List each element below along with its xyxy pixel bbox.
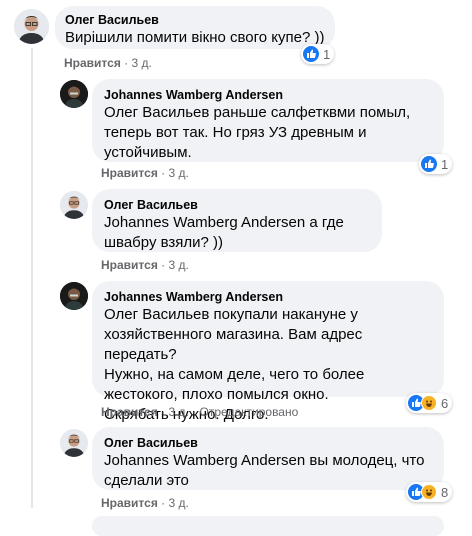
comment-bubble: Johannes Wamberg Andersen Олег Васильев … <box>92 79 444 162</box>
avatar[interactable] <box>60 80 88 108</box>
comment-bubble: Олег Васильев Johannes Wamberg Andersen … <box>92 427 444 490</box>
mention-link[interactable]: Олег Васильев <box>104 104 209 121</box>
user-photo-icon <box>60 282 88 310</box>
comment-text: Johannes Wamberg Andersen вы молодец, чт… <box>104 451 432 491</box>
like-button[interactable]: Нравится <box>101 496 158 510</box>
comment-bubble-partial <box>92 516 444 536</box>
comment-author[interactable]: Johannes Wamberg Andersen <box>104 87 432 103</box>
avatar[interactable] <box>14 9 49 44</box>
like-button[interactable]: Нравится <box>101 166 158 180</box>
avatar[interactable] <box>60 191 88 219</box>
timestamp[interactable]: 3 д. <box>169 166 189 180</box>
comment-actions: Нравится · 3 д. <box>101 258 189 272</box>
comment-bubble: Олег Васильев Вирішили помити вікно свог… <box>55 6 335 49</box>
reaction-summary[interactable]: 6 <box>406 393 453 413</box>
reaction-summary[interactable]: 1 <box>301 44 335 64</box>
comment-bubble: Олег Васильев Johannes Wamberg Andersen … <box>92 189 382 252</box>
timestamp[interactable]: 3 д. <box>132 56 152 70</box>
thread-line <box>31 48 33 508</box>
comment-author[interactable]: Johannes Wamberg Andersen <box>104 289 432 305</box>
separator: · <box>161 405 169 419</box>
separator: · <box>161 496 169 510</box>
comment-bubble: Johannes Wamberg Andersen Олег Васильев … <box>92 281 444 423</box>
timestamp[interactable]: 3 д. <box>169 496 189 510</box>
comment-text: Олег Васильев покупали накануне у хозяйс… <box>104 305 432 365</box>
like-icon <box>421 156 437 172</box>
haha-icon <box>421 395 437 411</box>
timestamp[interactable]: 3 д. <box>169 405 189 419</box>
comment-actions: Нравится · 3 д. <box>101 496 189 510</box>
comment-actions: Нравится · 3 д. <box>101 166 189 180</box>
user-photo-icon <box>60 191 88 219</box>
mention-link[interactable]: Johannes Wamberg Andersen <box>104 452 305 469</box>
comment-text: Johannes Wamberg Andersen а где швабру в… <box>104 213 370 253</box>
like-icon <box>303 46 319 62</box>
separator: · <box>161 166 169 180</box>
reaction-count: 1 <box>323 46 331 62</box>
comment-actions: Нравится · 3 д. · Отредактировано <box>101 405 298 419</box>
edited-label[interactable]: Отредактировано <box>200 405 299 419</box>
avatar[interactable] <box>60 429 88 457</box>
reaction-summary[interactable]: 8 <box>406 482 453 502</box>
comment-text: Вирішили помити вікно свого купе? )) <box>65 29 325 46</box>
user-photo-icon <box>60 80 88 108</box>
reaction-summary[interactable]: 1 <box>419 154 453 174</box>
avatar[interactable] <box>60 282 88 310</box>
comment-text-line: Нужно, на самом деле, чего то более жест… <box>104 366 365 403</box>
comment-text: Олег Васильев раньше салфетквми помыл, т… <box>104 103 432 163</box>
comment-actions: Нравится · 3 д. <box>64 56 152 70</box>
mention-link[interactable]: Олег Васильев <box>104 306 209 323</box>
reaction-count: 1 <box>441 156 449 172</box>
reaction-count: 8 <box>441 484 449 500</box>
separator: · <box>124 56 132 70</box>
timestamp[interactable]: 3 д. <box>169 258 189 272</box>
mention-link[interactable]: Johannes Wamberg Andersen <box>104 214 305 231</box>
haha-icon <box>421 484 437 500</box>
like-button[interactable]: Нравится <box>64 56 121 70</box>
comment-author[interactable]: Олег Васильев <box>104 197 370 213</box>
comment-author[interactable]: Олег Васильев <box>65 12 325 28</box>
user-photo-icon <box>60 429 88 457</box>
like-button[interactable]: Нравится <box>101 405 158 419</box>
separator: · <box>161 258 169 272</box>
comment-author[interactable]: Олег Васильев <box>104 435 432 451</box>
reaction-count: 6 <box>441 395 449 411</box>
user-photo-icon <box>14 9 49 44</box>
separator: · <box>192 405 200 419</box>
like-button[interactable]: Нравится <box>101 258 158 272</box>
